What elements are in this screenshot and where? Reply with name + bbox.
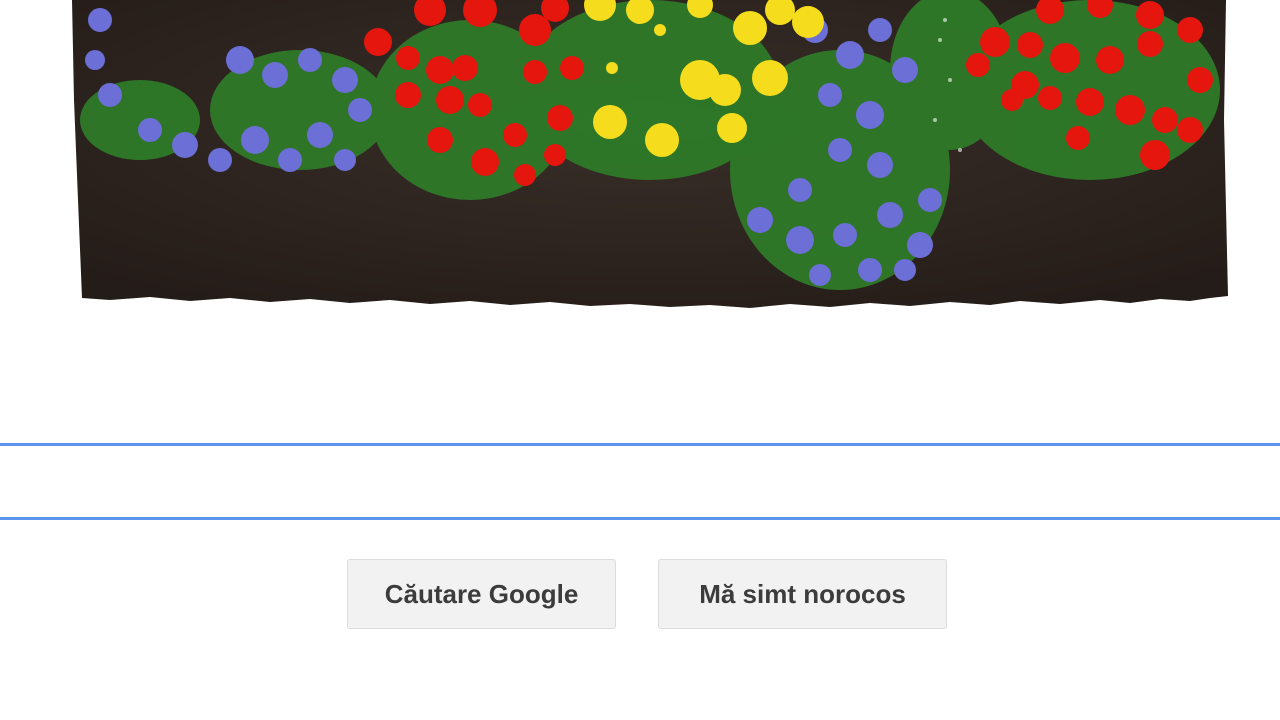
doodle-banner[interactable]: [0, 0, 1280, 312]
search-input[interactable]: [0, 443, 1280, 520]
google-search-button[interactable]: Căutare Google: [347, 559, 616, 629]
flower-bed-image: [72, 0, 1228, 308]
feeling-lucky-button[interactable]: Mă simt norocos: [658, 559, 947, 629]
